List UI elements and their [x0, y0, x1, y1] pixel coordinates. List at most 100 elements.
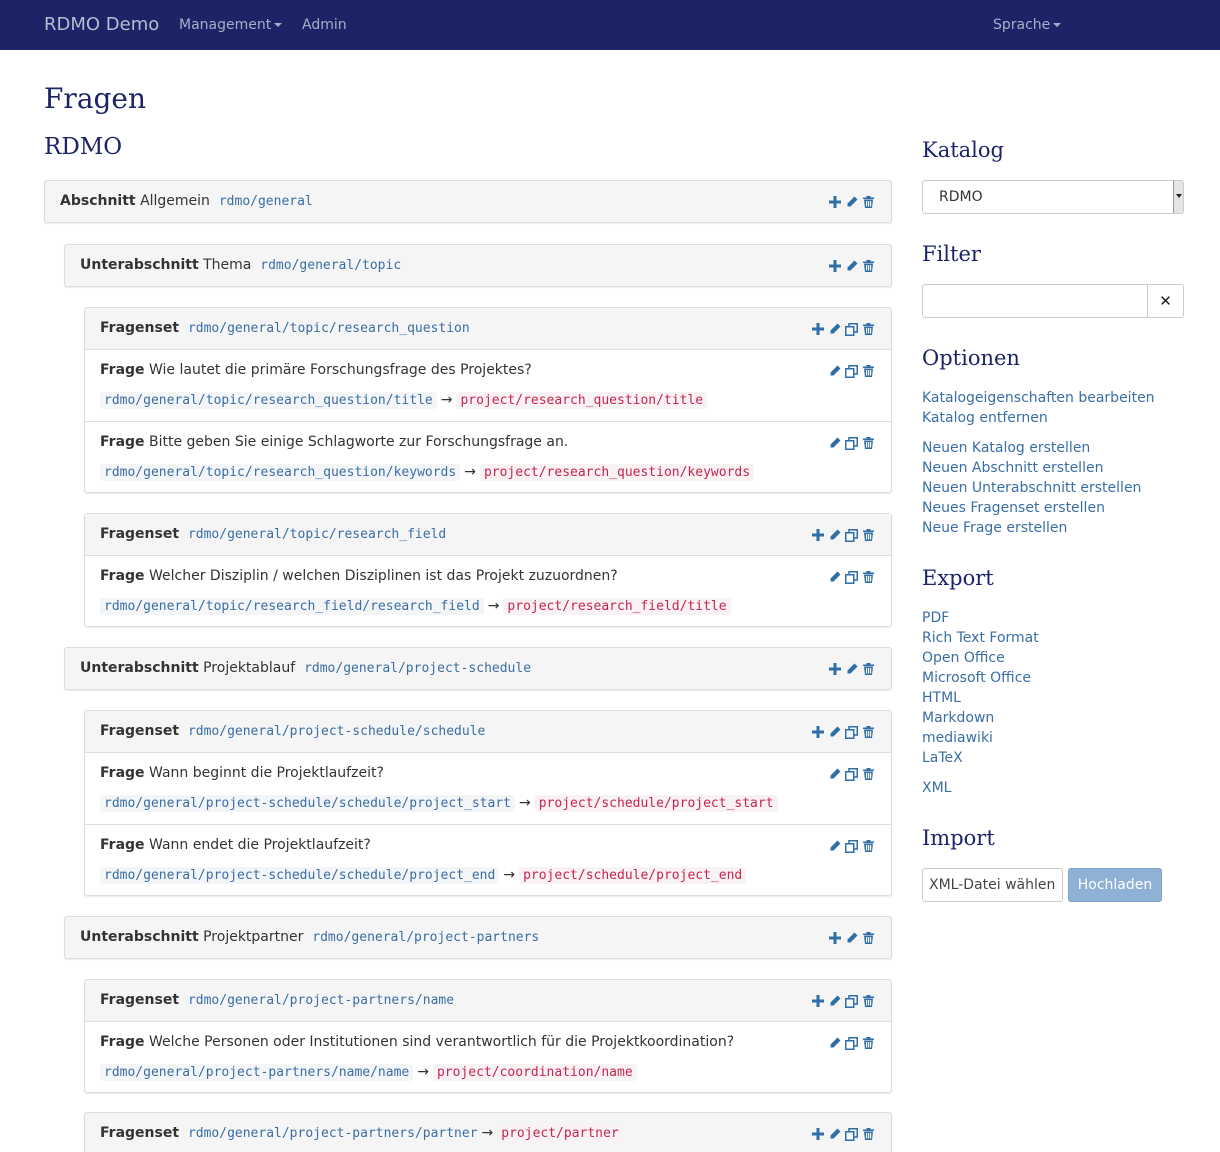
edit-pencil-icon[interactable] — [826, 528, 843, 542]
export-html-link[interactable]: HTML — [922, 690, 961, 706]
export-rtf-link[interactable]: Rich Text Format — [922, 630, 1039, 646]
question-row: Frage Bitte geben Sie einige Schlagworte… — [85, 421, 891, 492]
subsection-uri: rdmo/general/project-partners — [312, 930, 540, 945]
xml-file-input[interactable]: XML-Datei wählen — [922, 868, 1063, 902]
question-attribute: project/research_question/title — [456, 392, 708, 409]
trash-icon[interactable] — [860, 839, 877, 853]
copy-icon[interactable] — [843, 1036, 860, 1050]
questionset-panel: Fragenset rdmo/general/topic/research_qu… — [84, 307, 892, 493]
edit-pencil-icon[interactable] — [826, 322, 843, 336]
trash-icon[interactable] — [860, 259, 877, 273]
add-icon[interactable] — [809, 528, 826, 542]
copy-icon[interactable] — [843, 767, 860, 781]
export-odt-link[interactable]: Open Office — [922, 650, 1005, 666]
section-label: Abschnitt Allgemein rdmo/general — [60, 193, 313, 209]
export-docx-link[interactable]: Microsoft Office — [922, 670, 1031, 686]
add-icon[interactable] — [809, 322, 826, 336]
add-icon[interactable] — [809, 1127, 826, 1141]
caret-down-icon — [274, 23, 283, 27]
subsection-name: Projektpartner — [203, 929, 304, 945]
copy-icon[interactable] — [843, 322, 860, 336]
trash-icon[interactable] — [860, 1036, 877, 1050]
question-text: Welche Personen oder Institutionen sind … — [149, 1034, 735, 1050]
catalog-select-value: RDMO — [939, 189, 983, 205]
add-icon[interactable] — [826, 662, 843, 676]
trash-icon[interactable] — [860, 364, 877, 378]
trash-icon[interactable] — [860, 725, 877, 739]
trash-icon[interactable] — [860, 436, 877, 450]
arrow-right-icon: → — [440, 392, 453, 408]
export-mediawiki-link[interactable]: mediawiki — [922, 730, 993, 746]
brand-link[interactable]: RDMO Demo — [44, 14, 159, 35]
question-row: Frage Wann beginnt die Projektlaufzeit? … — [85, 753, 891, 824]
new-question-link[interactable]: Neue Frage erstellen — [922, 520, 1067, 536]
edit-pencil-icon[interactable] — [826, 364, 843, 378]
question-type: Frage — [100, 765, 145, 781]
chevron-down-icon — [1173, 181, 1183, 213]
edit-pencil-icon[interactable] — [826, 994, 843, 1008]
copy-icon[interactable] — [843, 436, 860, 450]
edit-pencil-icon[interactable] — [843, 662, 860, 676]
nav-language-dropdown[interactable]: Sprache — [993, 17, 1062, 33]
trash-icon[interactable] — [860, 931, 877, 945]
edit-catalog-properties-link[interactable]: Katalogeigenschaften bearbeiten — [922, 390, 1155, 406]
trash-icon[interactable] — [860, 994, 877, 1008]
add-icon[interactable] — [809, 994, 826, 1008]
copy-icon[interactable] — [843, 1127, 860, 1141]
top-navbar: RDMO Demo Management Admin Sprache — [0, 0, 1220, 50]
export-xml-link[interactable]: XML — [922, 780, 951, 796]
questionset-attribute: project/partner — [497, 1125, 623, 1142]
edit-pencil-icon[interactable] — [826, 436, 843, 450]
subsection-name: Thema — [203, 257, 252, 273]
edit-pencil-icon[interactable] — [826, 767, 843, 781]
copy-icon[interactable] — [843, 570, 860, 584]
upload-button[interactable]: Hochladen — [1068, 868, 1162, 902]
edit-pencil-icon[interactable] — [826, 839, 843, 853]
close-icon[interactable]: ✕ — [1147, 284, 1184, 318]
filter-input[interactable] — [922, 284, 1149, 318]
filter-group: ✕ — [922, 284, 1184, 318]
edit-pencil-icon[interactable] — [843, 259, 860, 273]
new-section-link[interactable]: Neuen Abschnitt erstellen — [922, 460, 1103, 476]
question-text: Wann endet die Projektlaufzeit? — [149, 837, 371, 853]
new-subsection-link[interactable]: Neuen Unterabschnitt erstellen — [922, 480, 1141, 496]
trash-icon[interactable] — [860, 195, 877, 209]
edit-pencil-icon[interactable] — [843, 195, 860, 209]
delete-catalog-link[interactable]: Katalog entfernen — [922, 410, 1048, 426]
edit-pencil-icon[interactable] — [826, 725, 843, 739]
export-markdown-link[interactable]: Markdown — [922, 710, 994, 726]
nav-admin-link[interactable]: Admin — [302, 17, 347, 33]
question-uri: rdmo/general/project-schedule/schedule/p… — [100, 867, 500, 884]
trash-icon[interactable] — [860, 322, 877, 336]
questionset-uri: rdmo/general/project-schedule/schedule — [187, 724, 486, 739]
copy-icon[interactable] — [843, 528, 860, 542]
export-pdf-link[interactable]: PDF — [922, 610, 949, 626]
edit-pencil-icon[interactable] — [826, 1036, 843, 1050]
copy-icon[interactable] — [843, 994, 860, 1008]
export-latex-link[interactable]: LaTeX — [922, 750, 963, 766]
add-icon[interactable] — [826, 931, 843, 945]
new-catalog-link[interactable]: Neuen Katalog erstellen — [922, 440, 1090, 456]
question-attribute: project/schedule/project_start — [534, 795, 778, 812]
catalog-select[interactable]: RDMO — [922, 180, 1184, 214]
arrow-right-icon: → — [487, 598, 500, 614]
copy-icon[interactable] — [843, 725, 860, 739]
nav-language-label: Sprache — [993, 17, 1051, 33]
add-icon[interactable] — [826, 259, 843, 273]
copy-icon[interactable] — [843, 839, 860, 853]
trash-icon[interactable] — [860, 570, 877, 584]
arrow-right-icon: → — [481, 1125, 494, 1141]
new-questionset-link[interactable]: Neues Fragenset erstellen — [922, 500, 1105, 516]
add-icon[interactable] — [809, 725, 826, 739]
trash-icon[interactable] — [860, 767, 877, 781]
nav-management-dropdown[interactable]: Management — [179, 17, 283, 33]
trash-icon[interactable] — [860, 662, 877, 676]
edit-pencil-icon[interactable] — [826, 1127, 843, 1141]
trash-icon[interactable] — [860, 528, 877, 542]
add-icon[interactable] — [826, 195, 843, 209]
copy-icon[interactable] — [843, 364, 860, 378]
questionset-type: Fragenset — [100, 992, 180, 1008]
edit-pencil-icon[interactable] — [843, 931, 860, 945]
trash-icon[interactable] — [860, 1127, 877, 1141]
edit-pencil-icon[interactable] — [826, 570, 843, 584]
